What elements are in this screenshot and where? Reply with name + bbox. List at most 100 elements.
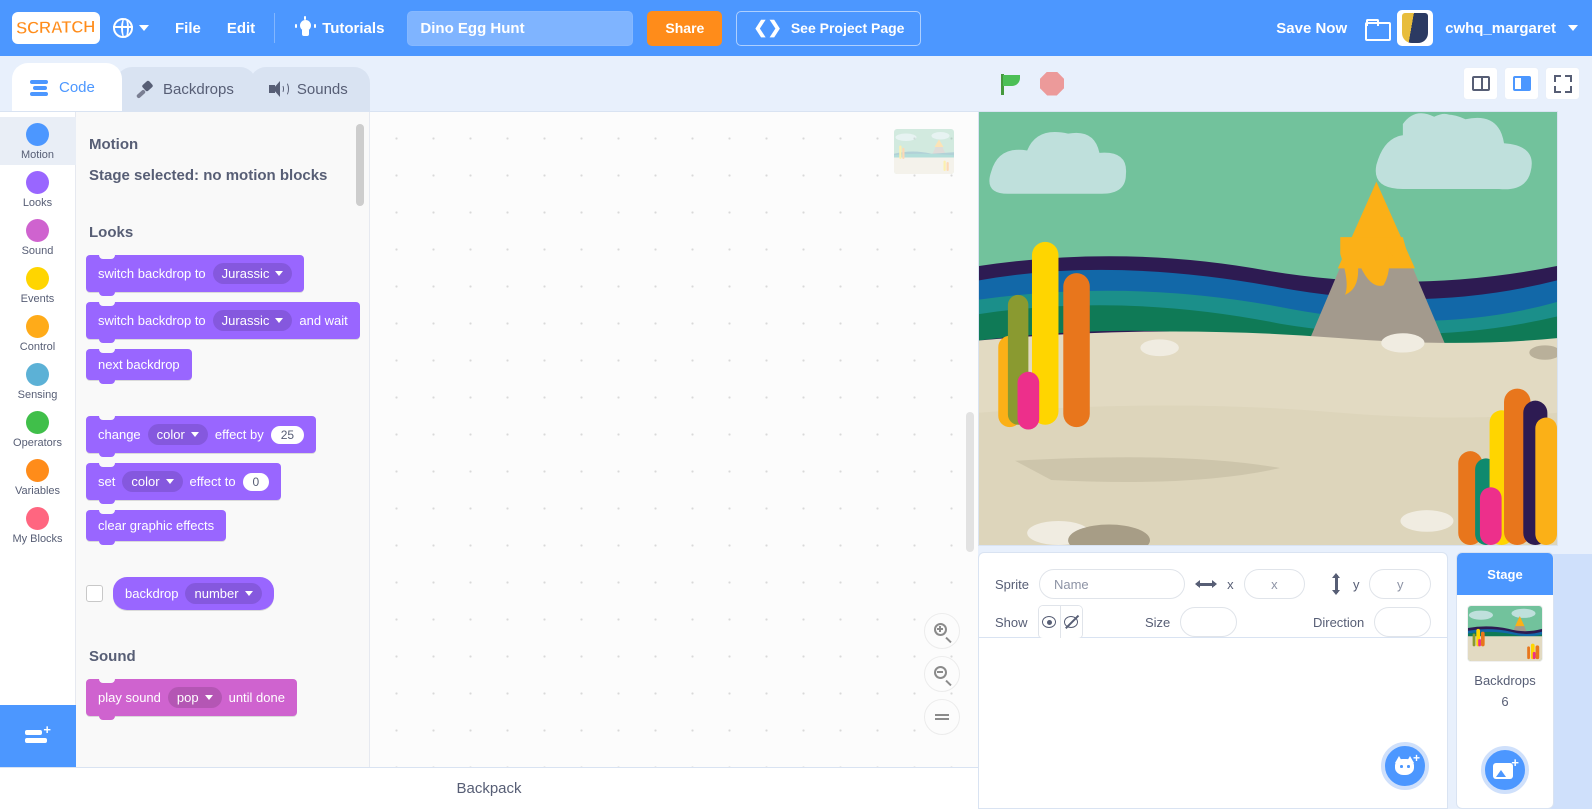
- zoom-reset-icon[interactable]: [924, 699, 960, 736]
- sound-dropdown[interactable]: pop: [167, 687, 222, 708]
- change-effect-amount-input[interactable]: 25: [270, 425, 305, 444]
- chevron-down-icon[interactable]: [1568, 25, 1578, 31]
- block-backdrop-reporter[interactable]: backdrop number: [113, 577, 274, 610]
- stage-size-controls: [1463, 67, 1592, 100]
- backdrops-count: 6: [1501, 694, 1509, 709]
- palette-scrollbar[interactable]: [356, 124, 364, 206]
- block-label: switch backdrop to: [98, 313, 206, 328]
- top-menu-bar: SCRATCH File Edit Tutorials Dino Egg Hun…: [0, 0, 1592, 56]
- scratch-logo[interactable]: SCRATCH: [12, 12, 100, 44]
- block-palette[interactable]: Motion Stage selected: no motion blocks …: [76, 112, 370, 768]
- zoom-controls: [924, 613, 960, 736]
- block-play-sound-until-done[interactable]: play sound pop until done: [86, 679, 297, 720]
- language-selector[interactable]: [100, 0, 162, 56]
- tab-code[interactable]: Code: [12, 63, 122, 111]
- backdrop-dropdown[interactable]: Jurassic: [212, 310, 293, 331]
- zoom-in-icon[interactable]: [924, 613, 960, 650]
- menu-edit[interactable]: Edit: [214, 0, 268, 56]
- add-backdrop-button[interactable]: +: [1481, 746, 1529, 794]
- category-control[interactable]: Control: [0, 309, 76, 357]
- main-body: Motion Looks Sound Events Control Sensin…: [0, 111, 1592, 809]
- category-motion-dot: [26, 123, 49, 146]
- tab-backdrops[interactable]: Backdrops: [116, 67, 256, 111]
- category-control-dot: [26, 315, 49, 338]
- username-label[interactable]: cwhq_margaret: [1445, 20, 1556, 37]
- arrow-horizontal-icon: [1195, 577, 1218, 591]
- eye-slash-icon[interactable]: [1060, 606, 1082, 638]
- y-position-input[interactable]: y: [1369, 569, 1431, 599]
- block-change-effect-by[interactable]: change color effect by 25: [86, 416, 317, 457]
- effect-dropdown[interactable]: color: [122, 471, 183, 492]
- sprite-name-input[interactable]: Name: [1038, 569, 1186, 599]
- category-motion-label: Motion: [20, 149, 55, 161]
- effect-dropdown-value: color: [131, 474, 160, 489]
- add-sprite-button[interactable]: +: [1381, 742, 1429, 790]
- see-project-page-label: See Project Page: [790, 20, 905, 36]
- x-position-input[interactable]: x: [1243, 569, 1306, 599]
- stop-sign-icon[interactable]: [1040, 71, 1064, 96]
- workspace-vertical-scrollbar[interactable]: [966, 412, 974, 552]
- tab-sounds[interactable]: Sounds: [249, 67, 370, 111]
- folder-icon[interactable]: [1365, 19, 1392, 41]
- category-variables[interactable]: Variables: [0, 453, 76, 501]
- add-backdrop-image-icon: +: [1493, 756, 1519, 780]
- add-extension-button[interactable]: +: [0, 705, 76, 768]
- reporter-row-backdrop: backdrop number: [86, 577, 369, 610]
- stage[interactable]: [978, 111, 1558, 546]
- block-switch-backdrop-to[interactable]: switch backdrop to Jurassic: [86, 255, 305, 296]
- y-label: y: [1352, 576, 1360, 592]
- set-effect-amount-input[interactable]: 0: [242, 472, 270, 491]
- block-set-effect-to[interactable]: set color effect to 0: [86, 463, 282, 504]
- category-sound-dot: [26, 219, 49, 242]
- category-my-blocks[interactable]: My Blocks: [0, 501, 76, 549]
- block-label-and-wait: and wait: [299, 313, 348, 328]
- sprite-list[interactable]: +: [978, 638, 1448, 809]
- category-my-blocks-label: My Blocks: [12, 533, 63, 545]
- category-sensing[interactable]: Sensing: [0, 357, 76, 405]
- stage-thumbnail[interactable]: [1467, 605, 1543, 662]
- tab-code-label: Code: [59, 78, 95, 96]
- backdrop-monitor-checkbox[interactable]: [86, 585, 103, 602]
- see-project-page-button[interactable]: ❮❯ See Project Page: [736, 10, 922, 46]
- backpack-bar[interactable]: Backpack: [0, 767, 978, 809]
- block-label: change: [98, 427, 141, 442]
- link-icon: ❮❯: [753, 18, 782, 37]
- category-events-label: Events: [20, 293, 55, 305]
- category-operators[interactable]: Operators: [0, 405, 76, 453]
- direction-input[interactable]: [1374, 607, 1431, 637]
- size-input[interactable]: [1180, 607, 1237, 637]
- normal-stage-layout-icon[interactable]: [1504, 67, 1539, 100]
- share-button[interactable]: Share: [647, 10, 723, 46]
- add-sprite-cat-icon: +: [1393, 752, 1420, 776]
- block-switch-backdrop-to-and-wait[interactable]: switch backdrop to Jurassic and wait: [86, 302, 360, 343]
- category-variables-dot: [26, 459, 49, 482]
- code-workspace[interactable]: [370, 112, 978, 768]
- block-label: set: [98, 474, 116, 489]
- save-now-button[interactable]: Save Now: [1262, 20, 1361, 37]
- block-category-list: Motion Looks Sound Events Control Sensin…: [0, 112, 76, 768]
- direction-label: Direction: [1312, 614, 1365, 630]
- avatar[interactable]: [1397, 10, 1434, 46]
- avatar-image: [1402, 13, 1429, 43]
- menu-tutorials[interactable]: Tutorials: [281, 0, 397, 56]
- backdrop-number-dropdown[interactable]: number: [185, 583, 262, 604]
- stage-selector[interactable]: Stage Backdrops 6 +: [1456, 552, 1554, 809]
- fullscreen-icon[interactable]: [1545, 67, 1580, 100]
- green-flag-icon[interactable]: [998, 71, 1024, 97]
- category-my-blocks-dot: [26, 507, 49, 530]
- category-motion[interactable]: Motion: [0, 117, 76, 165]
- category-sensing-dot: [26, 363, 49, 386]
- block-clear-graphic-effects[interactable]: clear graphic effects: [86, 510, 227, 545]
- zoom-out-icon[interactable]: [924, 656, 960, 693]
- category-sound[interactable]: Sound: [0, 213, 76, 261]
- small-stage-layout-icon[interactable]: [1463, 67, 1498, 100]
- show-toggle-group: [1037, 605, 1083, 639]
- block-next-backdrop[interactable]: next backdrop: [86, 349, 192, 384]
- category-looks[interactable]: Looks: [0, 165, 76, 213]
- menu-file[interactable]: File: [162, 0, 214, 56]
- backdrop-dropdown[interactable]: Jurassic: [212, 263, 293, 284]
- effect-dropdown[interactable]: color: [147, 424, 208, 445]
- eye-icon[interactable]: [1038, 606, 1061, 638]
- category-events[interactable]: Events: [0, 261, 76, 309]
- project-title-input[interactable]: Dino Egg Hunt: [407, 10, 634, 46]
